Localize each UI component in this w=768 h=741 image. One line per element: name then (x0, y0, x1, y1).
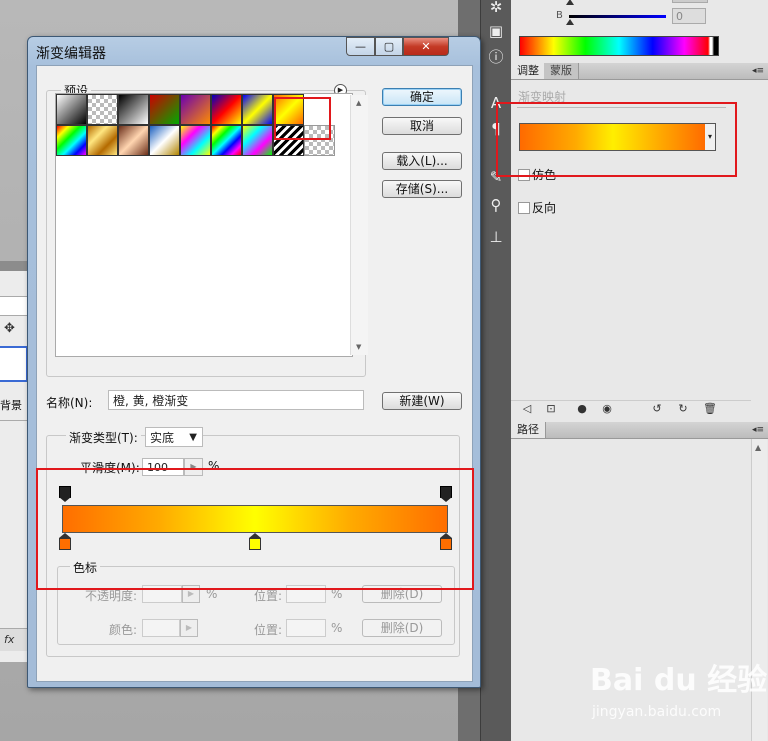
star-icon[interactable]: ✲ (485, 0, 507, 18)
preset-swatch[interactable] (180, 125, 211, 156)
gradient-type-value: 实底 (150, 431, 175, 445)
move-icon[interactable]: ✥ (4, 321, 15, 336)
preset-swatch[interactable] (56, 125, 87, 156)
slider-thumb-top[interactable] (566, 0, 574, 5)
ok-button[interactable]: 确定 (382, 88, 462, 106)
preset-swatch[interactable] (242, 94, 273, 125)
paths-panel-header: 路径 ◂≡ (511, 422, 768, 439)
dialog-title: 渐变编辑器 (36, 46, 106, 62)
watermark-logo: Bai du 经验 (590, 663, 768, 698)
layer-name[interactable]: 背景 (0, 397, 22, 413)
clip-layer-icon[interactable]: ● (575, 402, 589, 416)
b-channel-label: B (556, 10, 563, 21)
annotation-frame-preset (274, 97, 331, 140)
b-channel-slider[interactable] (569, 15, 666, 18)
gradient-type-select[interactable]: 实底 ▼ (145, 427, 203, 447)
color-picker-icon: ▶ (180, 619, 198, 637)
adjustments-panel-header: 调整 蒙版 ◂≡ (511, 63, 768, 80)
color-swatch-field (142, 619, 180, 637)
preset-swatch[interactable] (87, 94, 118, 125)
panel-menu-icon[interactable]: ◂≡ (752, 63, 764, 79)
b-value-field[interactable]: 0 (672, 8, 706, 24)
reverse-checkbox[interactable] (518, 202, 530, 214)
image-icon[interactable]: ▣ (485, 20, 507, 42)
watermark-url: jingyan.baidu.com (592, 704, 722, 720)
load-button[interactable]: 载入(L)... (382, 152, 462, 170)
scroll-down-icon[interactable]: ▼ (356, 343, 361, 351)
preset-swatch[interactable] (118, 125, 149, 156)
trash-icon[interactable]: 🗑 (703, 402, 717, 416)
name-input[interactable]: 橙, 黄, 橙渐变 (108, 390, 364, 410)
chevron-down-icon: ▼ (189, 432, 197, 443)
color-location-label: 位置: (254, 623, 283, 637)
layer-thumbnail[interactable] (0, 346, 28, 382)
tab-masks[interactable]: 蒙版 (544, 63, 579, 79)
close-button[interactable]: ✕ (403, 37, 449, 56)
preset-swatch[interactable] (211, 125, 242, 156)
top-field-edge (672, 0, 708, 3)
preset-swatch[interactable] (56, 94, 87, 125)
slider-thumb[interactable] (566, 19, 574, 25)
tab-paths[interactable]: 路径 (511, 422, 546, 438)
gradient-editor-dialog: 渐变编辑器 — ▢ ✕ 预设 ▶ ▲ ▼ 确定 取消 载入(L)... 存储(S… (27, 36, 481, 688)
fx-icon[interactable]: fx (4, 633, 14, 646)
reset-icon[interactable]: ↻ (676, 402, 690, 416)
maximize-button[interactable]: ▢ (375, 37, 403, 56)
delete-color-stop-button: 删除(D) (362, 619, 442, 637)
annotation-frame-gradient-bar (36, 468, 474, 590)
cancel-button[interactable]: 取消 (382, 117, 462, 135)
view-previous-icon[interactable]: ↺ (650, 402, 664, 416)
tab-adjustments[interactable]: 调整 (511, 63, 546, 79)
minimize-button[interactable]: — (346, 37, 375, 56)
presets-scrollbar[interactable]: ▲ ▼ (350, 95, 368, 355)
save-button[interactable]: 存储(S)... (382, 180, 462, 198)
expand-view-icon[interactable]: ⊡ (544, 402, 558, 416)
scroll-up-icon[interactable]: ▲ (356, 99, 361, 107)
preset-swatch[interactable] (180, 94, 211, 125)
preset-swatch[interactable] (149, 125, 180, 156)
divider (0, 420, 28, 421)
color-location-field (286, 619, 326, 637)
new-button[interactable]: 新建(W) (382, 392, 462, 410)
name-label: 名称(N): (46, 396, 93, 410)
scroll-up-icon[interactable]: ▲ (755, 443, 761, 452)
color-location-unit: % (331, 621, 343, 635)
back-arrow-icon[interactable]: ◁ (520, 402, 534, 416)
layers-panel-header (0, 261, 28, 271)
preset-swatch[interactable] (211, 94, 242, 125)
preset-swatch[interactable] (87, 125, 118, 156)
color-ramp[interactable] (519, 36, 719, 56)
paths-menu-icon[interactable]: ◂≡ (752, 422, 764, 438)
annotation-frame-gradient-map (496, 102, 737, 177)
info-icon[interactable]: ⓘ (485, 46, 507, 68)
visibility-eye-icon[interactable]: ◉ (600, 402, 614, 416)
color-label: 颜色: (109, 623, 138, 637)
preset-swatch[interactable] (242, 125, 273, 156)
preset-swatch[interactable] (118, 94, 149, 125)
preset-swatch[interactable] (149, 94, 180, 125)
layers-filter-field[interactable] (0, 296, 28, 316)
reverse-label: 反向 (532, 201, 557, 215)
clone-stamp-icon[interactable]: ⚲ (485, 194, 507, 216)
gradient-type-label: 渐变类型(T): (66, 429, 141, 446)
stamp-icon[interactable]: ⊥ (485, 226, 507, 248)
